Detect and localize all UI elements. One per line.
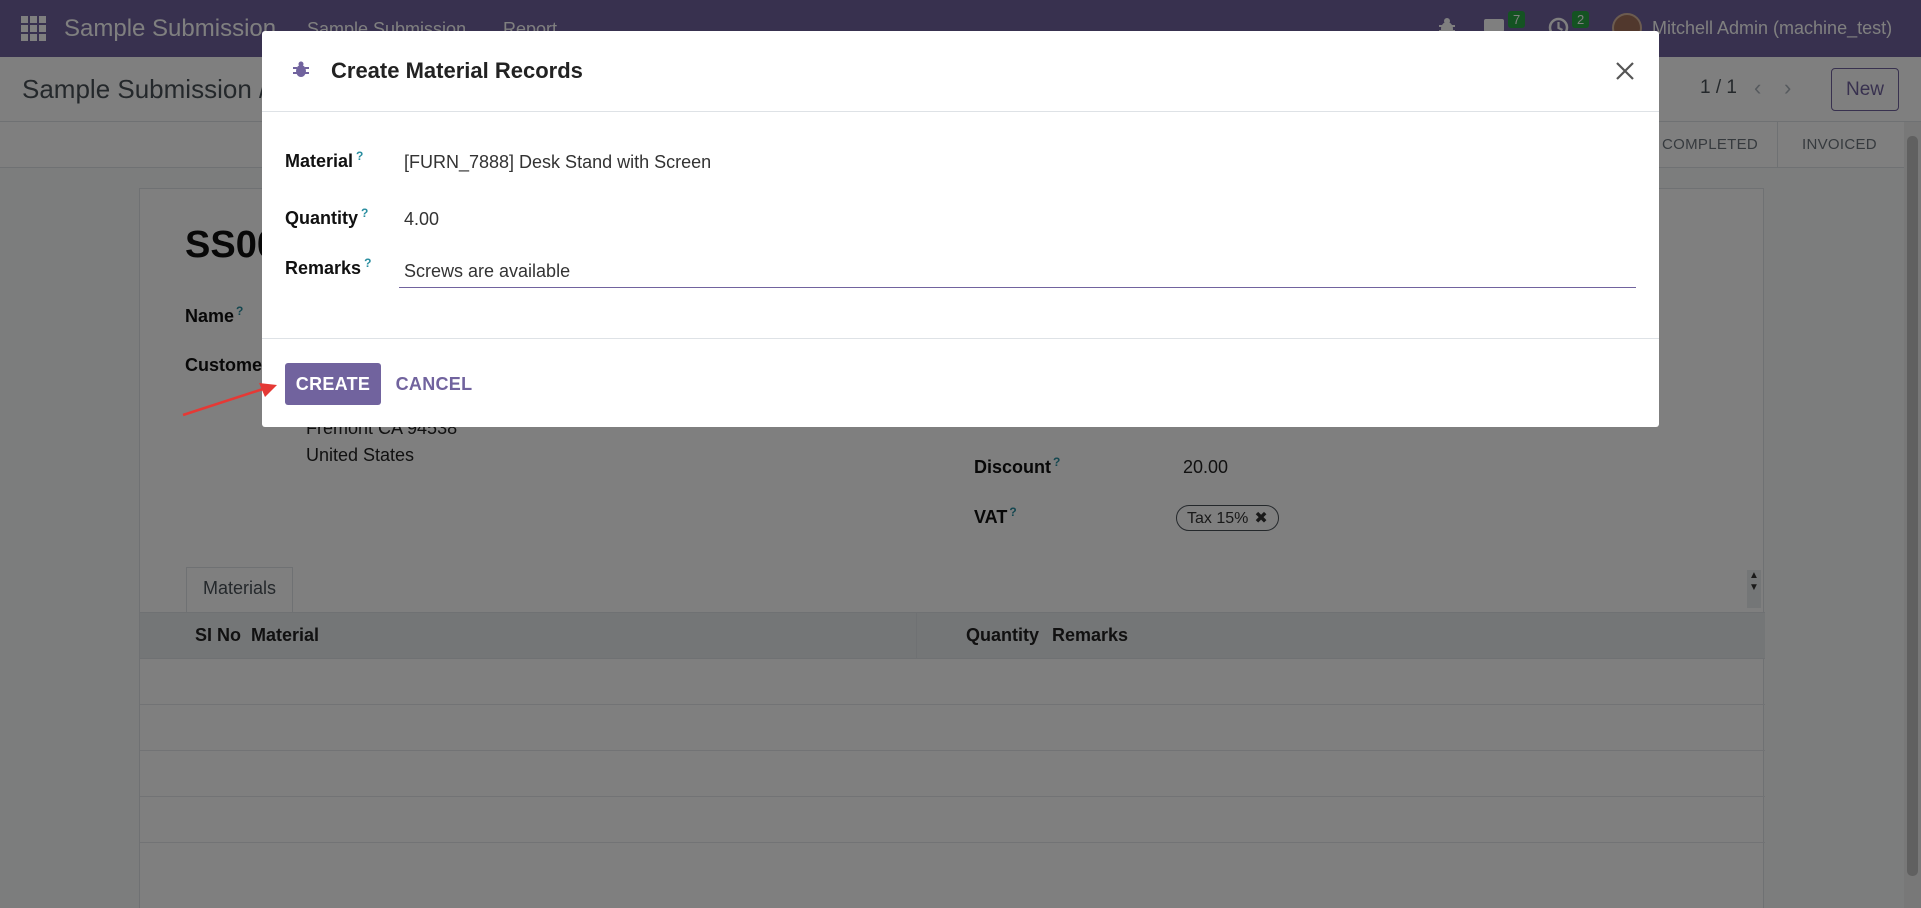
material-field[interactable]: [FURN_7888] Desk Stand with Screen [404, 152, 711, 173]
dialog-header: Create Material Records [262, 31, 1659, 112]
bug-icon [293, 61, 309, 77]
quantity-field[interactable]: 4.00 [404, 209, 439, 230]
create-button[interactable]: CREATE [285, 363, 381, 405]
close-icon[interactable] [1609, 55, 1641, 87]
remarks-input[interactable] [399, 256, 1636, 288]
create-material-dialog: Create Material Records Material? [FURN_… [262, 31, 1659, 427]
annotation-arrow [182, 383, 277, 417]
quantity-label: Quantity? [285, 206, 369, 228]
cancel-button[interactable]: CANCEL [392, 363, 476, 405]
dialog-footer: CREATE CANCEL [262, 338, 1659, 427]
dialog-title: Create Material Records [331, 58, 583, 83]
remarks-label: Remarks? [285, 256, 372, 278]
material-label: Material? [285, 149, 364, 171]
